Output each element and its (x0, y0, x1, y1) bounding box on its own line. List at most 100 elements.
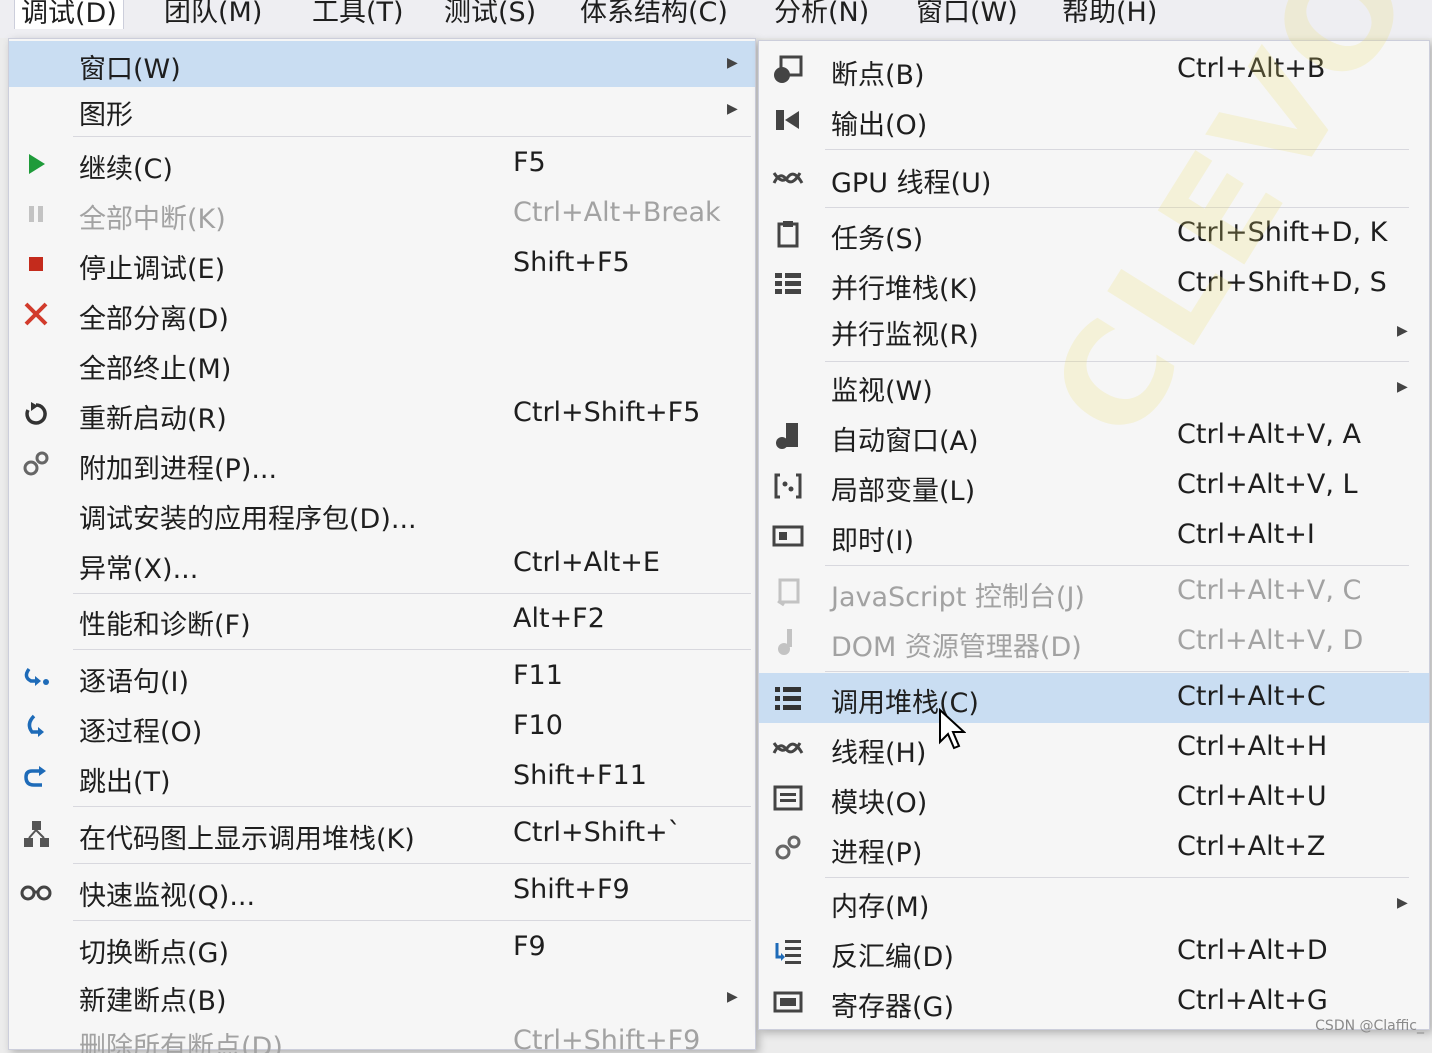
menu-item-label: 断点(B) (831, 60, 925, 91)
menu-item-label: 并行监视(R) (831, 320, 979, 351)
menu-item-shortcut: Ctrl+Alt+C (1177, 681, 1326, 712)
locals-icon (771, 469, 805, 503)
gears-icon (771, 831, 805, 865)
menu-item-label: 快速监视(Q)... (79, 881, 256, 912)
immediate-window-icon (771, 519, 805, 553)
menu-item-label: 异常(X)... (79, 554, 199, 585)
menu-item-step-over[interactable]: 逐过程(O) F10 (9, 704, 755, 752)
menu-item-label: GPU 线程(U) (831, 168, 992, 199)
menu-item-shortcut: Ctrl+Alt+G (1177, 985, 1328, 1016)
call-stack-icon (771, 681, 805, 715)
menu-item-label: 逐语句(I) (79, 667, 190, 698)
menu-separator (825, 877, 1409, 878)
threads-icon (771, 161, 805, 195)
menu-item-shortcut: Ctrl+Alt+V, C (1177, 575, 1362, 606)
menu-item-memory[interactable]: 内存(M) ▶ (759, 879, 1429, 929)
menu-item-shortcut: Ctrl+Alt+Break (513, 197, 721, 228)
menu-separator (825, 671, 1409, 672)
menu-item-label: 寄存器(G) (831, 992, 954, 1023)
step-out-icon (19, 760, 53, 794)
menu-item-label: 全部中断(K) (79, 204, 226, 235)
step-into-icon (19, 660, 53, 694)
menu-item-debug-installed-package[interactable]: 调试安装的应用程序包(D)... (9, 491, 755, 539)
menu-item-label: 切换断点(G) (79, 938, 229, 969)
menu-item-delete-all-breakpoints: 删除所有断点(D) Ctrl+Shift+F9 (9, 1023, 755, 1053)
menu-item-performance-diagnostics[interactable]: 性能和诊断(F) Alt+F2 (9, 597, 755, 645)
menu-bar: 调试(D) 团队(M) 工具(T) 测试(S) 体系结构(C) 分析(N) 窗口… (0, 0, 1432, 38)
restart-icon (19, 397, 53, 431)
menu-item-shortcut: Shift+F9 (513, 874, 630, 905)
menu-item-processes[interactable]: 进程(P) Ctrl+Alt+Z (759, 823, 1429, 873)
menu-item-label: 模块(O) (831, 788, 928, 819)
menu-item-label: 并行堆栈(K) (831, 274, 978, 305)
menubar-test[interactable]: 测试(S) (438, 0, 542, 28)
menu-item-stop-debugging[interactable]: 停止调试(E) Shift+F5 (9, 241, 755, 289)
menu-item-step-into[interactable]: 逐语句(I) F11 (9, 654, 755, 702)
menu-item-label: 调试安装的应用程序包(D)... (79, 504, 417, 535)
menu-item-javascript-console: JavaScript 控制台(J) Ctrl+Alt+V, C (759, 567, 1429, 617)
submenu-arrow-icon: ▶ (1397, 379, 1408, 395)
menu-item-step-out[interactable]: 跳出(T) Shift+F11 (9, 754, 755, 802)
code-map-icon (19, 817, 53, 851)
menu-item-label: 反汇编(D) (831, 942, 954, 973)
menu-item-quick-watch[interactable]: 快速监视(Q)... Shift+F9 (9, 868, 755, 916)
menu-item-attach-to-process[interactable]: 附加到进程(P)... (9, 441, 755, 489)
x-icon (19, 297, 53, 331)
menubar-analyze[interactable]: 分析(N) (768, 0, 875, 28)
menu-item-exceptions[interactable]: 异常(X)... Ctrl+Alt+E (9, 541, 755, 589)
menu-item-shortcut: Shift+F11 (513, 760, 647, 791)
menu-item-disassembly[interactable]: 反汇编(D) Ctrl+Alt+D (759, 927, 1429, 977)
menu-item-shortcut: F5 (513, 147, 546, 178)
menu-item-shortcut: Ctrl+Alt+V, L (1177, 469, 1358, 500)
menu-item-label: 线程(H) (831, 738, 927, 769)
menubar-window[interactable]: 窗口(W) (910, 0, 1024, 28)
menu-item-terminate-all[interactable]: 全部终止(M) (9, 341, 755, 389)
menu-item-label: 停止调试(E) (79, 254, 226, 285)
menu-item-modules[interactable]: 模块(O) Ctrl+Alt+U (759, 773, 1429, 823)
gears-icon (19, 447, 53, 481)
menu-item-call-stack[interactable]: 调用堆栈(C) Ctrl+Alt+C (759, 673, 1429, 723)
menu-item-graphics[interactable]: 图形 ▶ (9, 89, 755, 133)
menubar-tools[interactable]: 工具(T) (306, 0, 410, 28)
menu-item-restart[interactable]: 重新启动(R) Ctrl+Shift+F5 (9, 391, 755, 439)
menu-item-continue[interactable]: 继续(C) F5 (9, 141, 755, 189)
menu-item-shortcut: F9 (513, 931, 546, 962)
menubar-team[interactable]: 团队(M) (158, 0, 268, 28)
menu-item-label: 图形 (79, 100, 133, 131)
menu-item-label: 在代码图上显示调用堆栈(K) (79, 824, 415, 855)
breakpoints-window-icon (771, 53, 805, 87)
menubar-help[interactable]: 帮助(H) (1056, 0, 1163, 28)
menu-separator (73, 920, 751, 921)
menu-item-shortcut: Ctrl+Alt+U (1177, 781, 1327, 812)
menu-separator (825, 207, 1409, 208)
menu-item-detach-all[interactable]: 全部分离(D) (9, 291, 755, 339)
menu-item-label: 内存(M) (831, 892, 930, 923)
menu-item-shortcut: Ctrl+Alt+I (1177, 519, 1315, 550)
menu-item-toggle-breakpoint[interactable]: 切换断点(G) F9 (9, 925, 755, 973)
menu-item-locals[interactable]: 局部变量(L) Ctrl+Alt+V, L (759, 461, 1429, 511)
javascript-console-icon (771, 575, 805, 609)
menu-item-shortcut: Shift+F5 (513, 247, 630, 278)
menu-item-show-call-stack-on-code-map[interactable]: 在代码图上显示调用堆栈(K) Ctrl+Shift+` (9, 811, 755, 859)
menubar-debug[interactable]: 调试(D) (14, 0, 124, 29)
menu-item-label: 任务(S) (831, 224, 924, 255)
menu-item-tasks[interactable]: 任务(S) Ctrl+Shift+D, K (759, 209, 1429, 259)
menu-item-label: 窗口(W) (79, 54, 181, 85)
menu-item-label: 性能和诊断(F) (79, 610, 251, 641)
menu-item-immediate[interactable]: 即时(I) Ctrl+Alt+I (759, 511, 1429, 561)
menubar-architecture[interactable]: 体系结构(C) (574, 0, 734, 28)
menu-item-shortcut: Ctrl+Alt+Z (1177, 831, 1326, 862)
autos-icon (771, 419, 805, 453)
menu-separator (73, 806, 751, 807)
menu-item-shortcut: Ctrl+Shift+` (513, 817, 682, 848)
menu-item-new-breakpoint[interactable]: 新建断点(B) ▶ (9, 975, 755, 1023)
menu-item-threads[interactable]: 线程(H) Ctrl+Alt+H (759, 723, 1429, 773)
menu-item-shortcut: Ctrl+Alt+H (1177, 731, 1328, 762)
menu-item-label: 重新启动(R) (79, 404, 227, 435)
menu-separator (73, 593, 751, 594)
menu-item-windows[interactable]: 窗口(W) ▶ (9, 41, 755, 87)
glasses-icon (19, 874, 53, 908)
menu-item-label: 逐过程(O) (79, 717, 203, 748)
menu-item-shortcut: Ctrl+Alt+E (513, 547, 660, 578)
output-icon (771, 103, 805, 137)
